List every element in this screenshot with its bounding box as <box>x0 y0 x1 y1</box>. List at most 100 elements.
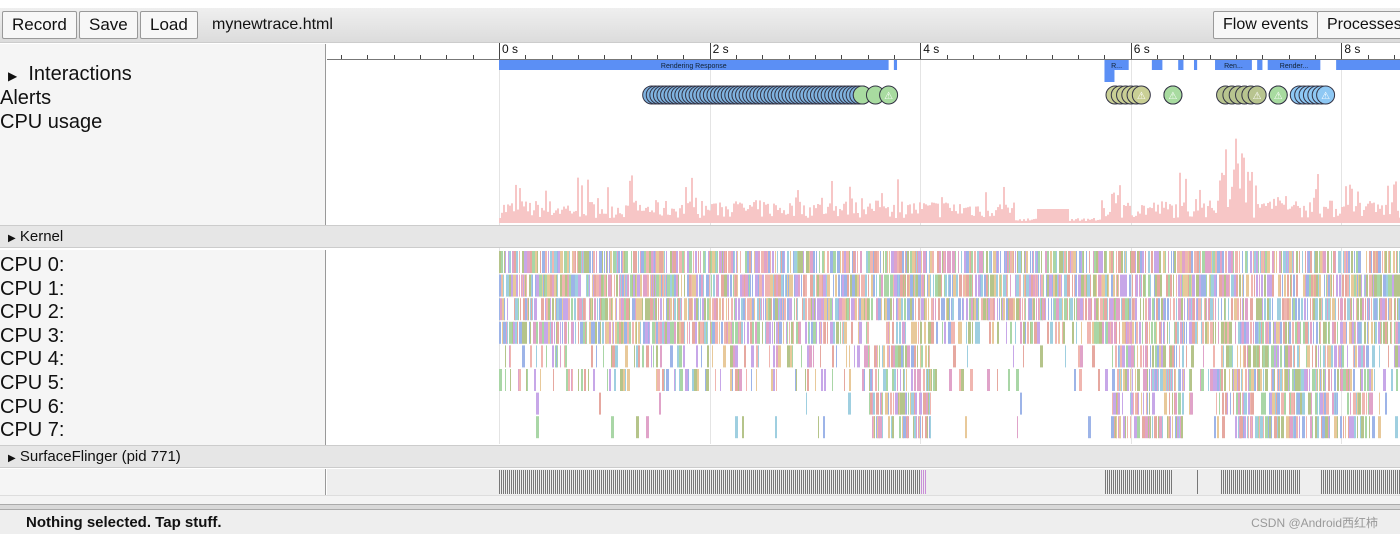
cpu-slice[interactable] <box>1149 369 1150 391</box>
cpu-slice[interactable] <box>1160 369 1163 391</box>
thread-slice[interactable] <box>1255 470 1256 494</box>
cpu-slice[interactable] <box>1320 345 1321 368</box>
cpu-slice[interactable] <box>575 274 578 297</box>
cpu-slice[interactable] <box>1122 321 1125 344</box>
thread-slice[interactable] <box>811 470 812 494</box>
cpu-slice[interactable] <box>1193 298 1195 321</box>
cpu-slice[interactable] <box>1098 251 1099 273</box>
cpu-slice[interactable] <box>1286 416 1289 439</box>
thread-slice[interactable] <box>543 470 544 494</box>
cpu-slice[interactable] <box>1256 274 1258 297</box>
cpu-slice[interactable] <box>699 274 701 297</box>
cpu-slice[interactable] <box>905 392 906 415</box>
cpu-slice[interactable] <box>522 321 524 344</box>
cpu-slice[interactable] <box>1317 392 1318 415</box>
cpu-slice[interactable] <box>1053 298 1054 321</box>
cpu-slice[interactable] <box>1287 298 1289 321</box>
cpu-slice[interactable] <box>875 369 877 391</box>
cpu-slice[interactable] <box>887 251 888 273</box>
thread-slice[interactable] <box>655 470 656 494</box>
cpu-slice[interactable] <box>735 345 738 368</box>
cpu-slice[interactable] <box>596 251 597 273</box>
cpu-slice[interactable] <box>1132 321 1134 344</box>
cpu-slice[interactable] <box>522 345 525 368</box>
thread-slice[interactable] <box>1265 470 1266 494</box>
cpu-slice[interactable] <box>928 298 929 321</box>
cpu-slice[interactable] <box>565 345 567 368</box>
cpu-slice[interactable] <box>507 298 508 321</box>
cpu-slice[interactable] <box>938 274 941 297</box>
cpu-slice[interactable] <box>557 321 559 344</box>
cpu-slice[interactable] <box>1362 392 1365 415</box>
cpu-slice[interactable] <box>1190 392 1193 415</box>
cpu-slice[interactable] <box>1240 298 1241 321</box>
thread-slice[interactable] <box>745 470 746 494</box>
cpu-slice[interactable] <box>1130 321 1132 344</box>
cpu-slice[interactable] <box>1156 321 1157 344</box>
thread-slice[interactable] <box>1321 470 1322 494</box>
cpu-slice[interactable] <box>1163 345 1166 368</box>
cpu-slice[interactable] <box>1309 274 1311 297</box>
cpu-slice[interactable] <box>817 274 819 297</box>
thread-slice[interactable] <box>915 470 916 494</box>
cpu-slice[interactable] <box>1010 321 1012 344</box>
cpu-slice[interactable] <box>1380 251 1381 273</box>
cpu-slice[interactable] <box>855 251 856 273</box>
cpu-slice[interactable] <box>1067 274 1069 297</box>
cpu-slice[interactable] <box>613 321 614 344</box>
cpu-slice[interactable] <box>1019 274 1020 297</box>
cpu-slice[interactable] <box>737 274 738 297</box>
cpu-slice[interactable] <box>1192 274 1194 297</box>
cpu-slice[interactable] <box>869 345 870 368</box>
cpu-slice[interactable] <box>615 298 616 321</box>
cpu-slice[interactable] <box>1333 251 1335 273</box>
cpu-slice[interactable] <box>1369 274 1372 297</box>
cpu-slice[interactable] <box>1279 251 1281 273</box>
cpu-slice[interactable] <box>1158 298 1160 321</box>
cpu-slice[interactable] <box>937 251 939 273</box>
cpu-slice[interactable] <box>936 321 938 344</box>
cpu-slice[interactable] <box>755 251 758 273</box>
cpu-slice[interactable] <box>1240 345 1241 368</box>
cpu-slice[interactable] <box>811 298 812 321</box>
cpu-slice[interactable] <box>1395 298 1396 321</box>
cpu-slice[interactable] <box>1324 251 1326 273</box>
cpu-slice[interactable] <box>1363 345 1365 368</box>
cpu-slice[interactable] <box>769 298 771 321</box>
thread-slice[interactable] <box>1325 470 1326 494</box>
cpu-slice[interactable] <box>1106 321 1108 344</box>
cpu-slice[interactable] <box>1054 298 1056 321</box>
cpu-slice[interactable] <box>1245 298 1247 321</box>
thread-slice[interactable] <box>1133 470 1134 494</box>
cpu-slice[interactable] <box>1324 392 1326 415</box>
cpu-slice[interactable] <box>659 251 660 273</box>
cpu-slice[interactable] <box>837 251 840 273</box>
cpu-slice[interactable] <box>1017 416 1018 439</box>
cpu-slice[interactable] <box>1342 345 1344 368</box>
cpu-slice[interactable] <box>1342 274 1344 297</box>
cpu-slice[interactable] <box>921 251 922 273</box>
thread-slice[interactable] <box>1371 470 1372 494</box>
cpu-slice[interactable] <box>780 274 781 297</box>
cpu-slice[interactable] <box>1228 298 1229 321</box>
thread-slice[interactable] <box>535 470 536 494</box>
cpu-slice[interactable] <box>809 321 810 344</box>
cpu-slice[interactable] <box>782 298 783 321</box>
cpu-slice[interactable] <box>609 298 611 321</box>
cpu-slice[interactable] <box>593 274 594 297</box>
thread-slice[interactable] <box>1375 470 1376 494</box>
thread-slice[interactable] <box>1283 470 1284 494</box>
cpu-slice[interactable] <box>997 321 999 344</box>
cpu-slice[interactable] <box>615 321 617 344</box>
cpu-slice[interactable] <box>812 298 814 321</box>
cpu-slice[interactable] <box>660 321 662 344</box>
cpu-slice[interactable] <box>1176 298 1177 321</box>
cpu-slice[interactable] <box>1368 321 1369 344</box>
cpu-slice[interactable] <box>1202 321 1204 344</box>
cpu-slice[interactable] <box>886 369 888 391</box>
cpu-slice[interactable] <box>1126 321 1127 344</box>
thread-slice[interactable] <box>511 470 512 494</box>
cpu-slice[interactable] <box>553 369 554 391</box>
cpu-slice[interactable] <box>1255 416 1258 439</box>
thread-slice[interactable] <box>503 470 504 494</box>
